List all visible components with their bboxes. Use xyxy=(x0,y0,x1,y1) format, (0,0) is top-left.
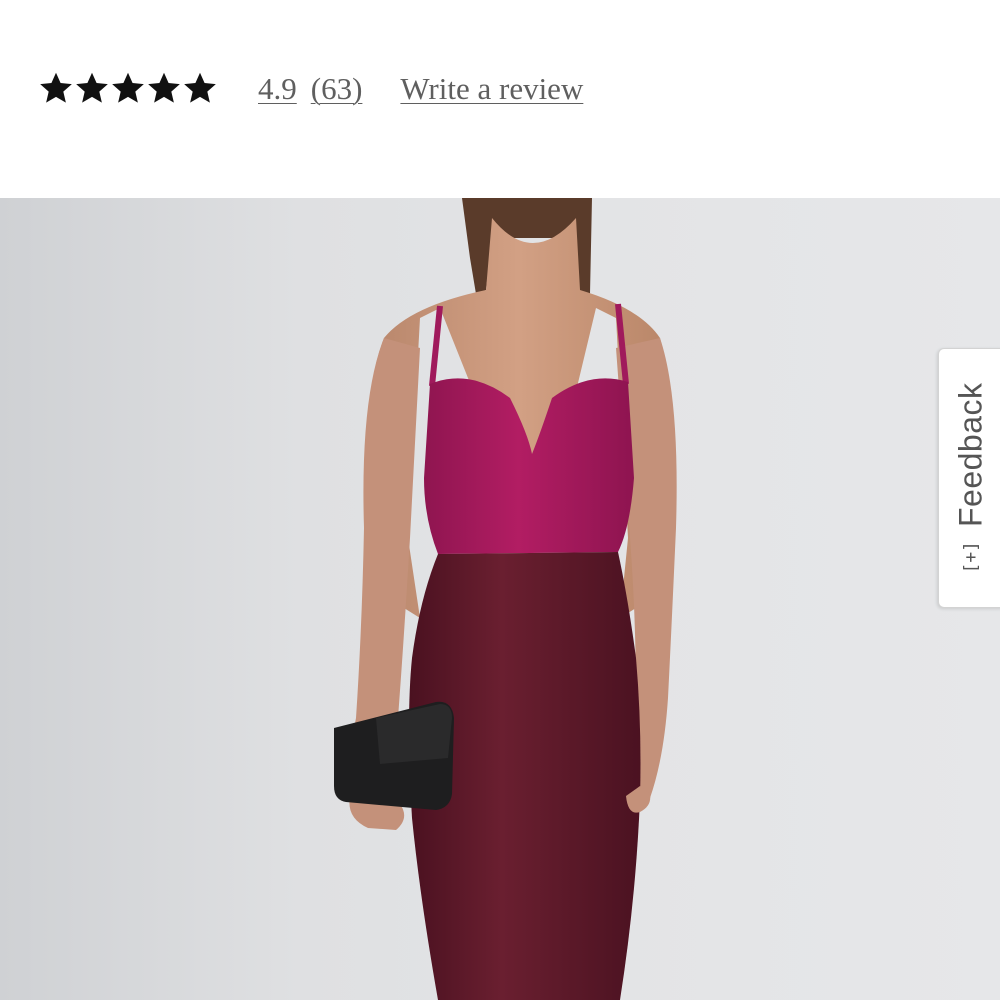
feedback-plus-icon: [+] xyxy=(960,541,982,574)
write-review-link[interactable]: Write a review xyxy=(400,73,583,104)
product-page: 4.9 (63) Write a review [+] Feedback xyxy=(0,0,1000,1000)
dress-strap-left xyxy=(429,305,443,387)
star-rating[interactable] xyxy=(38,70,218,106)
star-icon xyxy=(146,70,182,106)
rating-row: 4.9 (63) Write a review xyxy=(38,62,583,114)
star-icon xyxy=(110,70,146,106)
star-icon xyxy=(182,70,218,106)
star-icon xyxy=(74,70,110,106)
star-icon xyxy=(38,70,74,106)
feedback-label: Feedback xyxy=(952,382,989,528)
rating-value-link[interactable]: 4.9 xyxy=(258,73,297,104)
feedback-tab[interactable]: [+] Feedback xyxy=(938,348,1000,608)
review-count-link[interactable]: (63) xyxy=(311,73,363,104)
feedback-tab-content: [+] Feedback xyxy=(953,382,990,573)
product-photo-illustration xyxy=(334,198,677,1000)
product-image[interactable] xyxy=(0,198,1000,1000)
